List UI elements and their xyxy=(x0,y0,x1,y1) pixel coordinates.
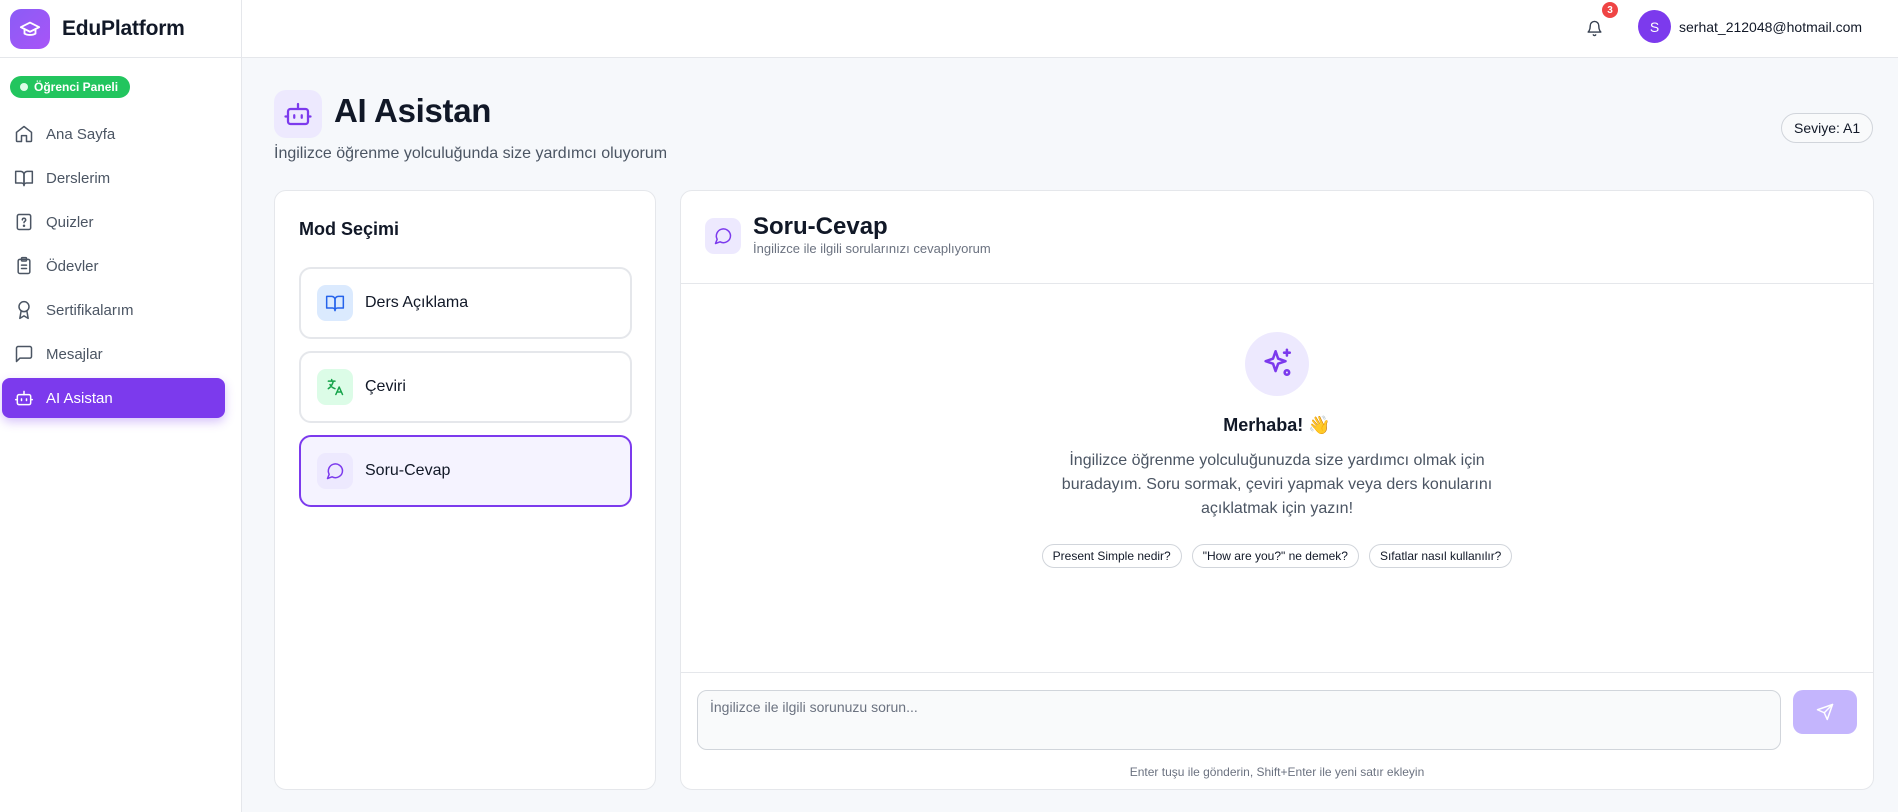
bot-icon xyxy=(274,90,322,138)
sidebar-item-odevler[interactable]: Ödevler xyxy=(2,246,225,286)
mode-ceviri-button[interactable]: Çeviri xyxy=(299,351,632,423)
bot-icon xyxy=(14,390,34,406)
book-open-icon xyxy=(317,285,353,321)
message-composer: Enter tuşu ile gönderin, Shift+Enter ile… xyxy=(681,672,1873,789)
brand-name: EduPlatform xyxy=(62,16,185,40)
graduation-cap-icon xyxy=(10,8,50,49)
welcome-title: Merhaba! 👋 xyxy=(1223,415,1331,435)
book-open-icon xyxy=(14,170,34,187)
home-icon xyxy=(15,125,33,143)
notifications-button[interactable] xyxy=(1582,16,1606,40)
input-hint: Enter tuşu ile gönderin, Shift+Enter ile… xyxy=(1129,765,1425,779)
message-circle-icon xyxy=(705,218,741,254)
send-icon xyxy=(1816,703,1834,721)
send-button[interactable] xyxy=(1793,690,1857,734)
avatar: S xyxy=(1638,10,1671,43)
brand[interactable]: EduPlatform xyxy=(0,0,241,58)
mode-label: Soru-Cevap xyxy=(365,462,451,479)
award-icon xyxy=(18,300,30,320)
chat-panel: Soru-Cevap İngilizce ile ilgili soruları… xyxy=(680,190,1874,790)
sidebar-item-label: Ana Sayfa xyxy=(46,125,116,143)
mode-selection-title: Mod Seçimi xyxy=(299,219,400,239)
sidebar-item-label: Quizler xyxy=(46,213,94,231)
page-title: AI Asistan xyxy=(334,92,492,129)
mode-label: Ders Açıklama xyxy=(365,294,469,311)
topbar: 3 S serhat_212048@hotmail.com xyxy=(242,0,1898,58)
sidebar-item-label: Ödevler xyxy=(46,257,99,275)
suggestion-list: Present Simple nedir? "How are you?" ne … xyxy=(681,544,1873,568)
mode-ders-aciklama-button[interactable]: Ders Açıklama xyxy=(299,267,632,339)
sparkles-icon xyxy=(1245,332,1309,396)
chat-title: Soru-Cevap xyxy=(753,213,888,240)
message-square-icon xyxy=(15,345,33,363)
sidebar-item-ai-asistan[interactable]: AI Asistan xyxy=(2,378,225,418)
sidebar-item-label: Mesajlar xyxy=(46,345,103,363)
mode-label: Çeviri xyxy=(365,378,406,395)
sidebar: EduPlatform Öğrenci Paneli Ana Sayfa Der… xyxy=(0,0,242,812)
chat-header: Soru-Cevap İngilizce ile ilgili soruları… xyxy=(681,191,1873,284)
sidebar-item-ana-sayfa[interactable]: Ana Sayfa xyxy=(2,114,225,154)
suggestion-chip[interactable]: "How are you?" ne demek? xyxy=(1191,544,1359,568)
mode-soru-cevap-button[interactable]: Soru-Cevap xyxy=(299,435,632,507)
page-subtitle: İngilizce öğrenme yolculuğunda size yard… xyxy=(274,145,668,162)
sidebar-item-label: Sertifikalarım xyxy=(46,301,134,319)
sidebar-item-mesajlar[interactable]: Mesajlar xyxy=(2,334,225,374)
user-menu[interactable]: S serhat_212048@hotmail.com xyxy=(1638,10,1862,43)
sidebar-item-quizler[interactable]: Quizler xyxy=(2,202,225,242)
sidebar-nav: Ana Sayfa Derslerim Quizler Ödevler Sert… xyxy=(2,114,225,422)
welcome-text: İngilizce öğrenme yolculuğunuzda size ya… xyxy=(1061,452,1493,517)
role-badge: Öğrenci Paneli xyxy=(10,76,131,98)
suggestion-chip[interactable]: Sıfatlar nasıl kullanılır? xyxy=(1368,544,1513,568)
message-circle-icon xyxy=(317,453,353,489)
sidebar-item-derslerim[interactable]: Derslerim xyxy=(2,158,225,198)
role-badge-label: Öğrenci Paneli xyxy=(34,80,119,94)
bell-icon xyxy=(1586,20,1602,36)
chat-subtitle: İngilizce ile ilgili sorularınızı cevapl… xyxy=(753,241,991,256)
notification-count-badge: 3 xyxy=(1602,2,1618,18)
status-dot xyxy=(20,83,28,91)
message-input[interactable] xyxy=(697,690,1781,750)
suggestion-chip[interactable]: Present Simple nedir? xyxy=(1041,544,1182,568)
help-file-icon xyxy=(16,213,32,231)
user-email: serhat_212048@hotmail.com xyxy=(1679,18,1863,35)
sidebar-item-label: Derslerim xyxy=(46,169,111,187)
translate-icon xyxy=(317,369,353,405)
sidebar-item-label: AI Asistan xyxy=(46,389,113,407)
sidebar-item-sertifikalarim[interactable]: Sertifikalarım xyxy=(2,290,225,330)
clipboard-list-icon xyxy=(17,256,31,275)
level-badge: Seviye: A1 xyxy=(1781,113,1874,143)
mode-selection-card: Mod Seçimi Ders Açıklama Çeviri Soru-Cev… xyxy=(274,190,656,790)
